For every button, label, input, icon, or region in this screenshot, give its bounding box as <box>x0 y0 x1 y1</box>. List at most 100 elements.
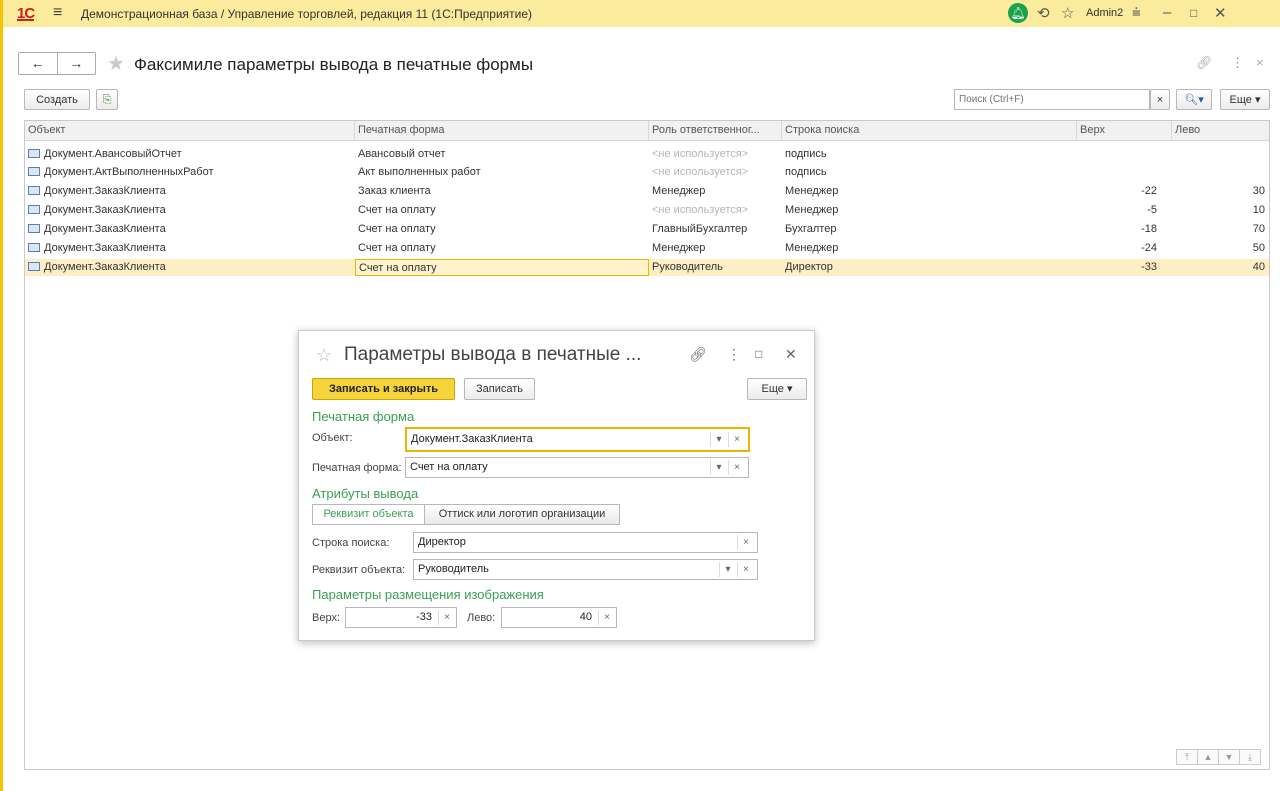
more-button[interactable]: Еще ▾ <box>747 378 807 400</box>
left-label: Лево: <box>467 612 496 624</box>
column-header-object[interactable]: Объект <box>25 121 355 140</box>
table-header: Объект Печатная форма Роль ответственног… <box>25 121 1269 141</box>
more-button[interactable]: Еще ▾ <box>1220 89 1270 110</box>
more-actions-icon[interactable]: ⋮ <box>1231 55 1244 71</box>
forward-arrow-icon[interactable]: → <box>56 53 96 74</box>
cell-print-form: Счет на оплату <box>358 223 436 235</box>
favorite-star-icon[interactable]: ☆ <box>316 345 332 366</box>
scroll-up-icon[interactable]: ▲ <box>1197 749 1219 765</box>
nav-buttons: ← → <box>18 52 96 75</box>
1c-logo[interactable]: 1С <box>17 5 35 22</box>
cell-search-string: Менеджер <box>785 242 839 254</box>
search-string-field[interactable]: Директор × <box>413 532 758 553</box>
favorite-star-icon[interactable]: ★ <box>107 51 125 76</box>
table-row[interactable]: Документ.ЗаказКлиента Счет на оплату <не… <box>25 202 1269 219</box>
top-field[interactable]: -33 × <box>345 607 457 628</box>
tab-stamp-or-logo[interactable]: Оттиск или логотип организации <box>424 504 620 525</box>
copy-icon[interactable]: ⎘ <box>96 89 118 110</box>
cell-role: <не используется> <box>652 148 749 160</box>
table-row[interactable]: Документ.АвансовыйОтчет Авансовый отчет … <box>25 146 1269 163</box>
clear-icon[interactable]: × <box>728 432 745 447</box>
scroll-first-icon[interactable]: ⤒ <box>1176 749 1198 765</box>
object-requisite-value: Руководитель <box>418 563 489 575</box>
search-icon[interactable]: 🔍︎▾ <box>1176 89 1212 110</box>
more-actions-icon[interactable]: ⋮ <box>727 346 741 363</box>
print-form-field[interactable]: Счет на оплату ▾ × <box>405 457 749 478</box>
maximize-icon[interactable]: □ <box>755 347 762 361</box>
column-header-role[interactable]: Роль ответственног... <box>649 121 782 140</box>
link-icon[interactable]: 🔗︎ <box>689 346 707 363</box>
history-icon[interactable]: ⟲ <box>1037 4 1050 22</box>
cell-object: Документ.АктВыполненныхРабот <box>44 166 214 178</box>
scroll-down-icon[interactable]: ▼ <box>1218 749 1240 765</box>
cell-print-form[interactable]: Счет на оплату <box>355 259 649 276</box>
chevron-down-icon[interactable]: ▾ <box>710 432 727 447</box>
minimize-icon[interactable]: – <box>1163 4 1171 21</box>
cell-object: Документ.ЗаказКлиента <box>44 223 166 235</box>
cell-role: Менеджер <box>652 242 706 254</box>
user-name[interactable]: Admin2 <box>1086 7 1123 19</box>
save-and-close-button[interactable]: Записать и закрыть <box>312 378 455 400</box>
clear-icon[interactable]: × <box>737 535 754 550</box>
favorites-star-icon[interactable]: ☆ <box>1061 4 1074 22</box>
document-icon <box>28 223 40 233</box>
group-output-attributes: Атрибуты вывода <box>312 486 419 501</box>
tab-object-requisite[interactable]: Реквизит объекта <box>312 504 425 525</box>
cell-left: 30 <box>1252 185 1265 197</box>
table-row-selected[interactable]: Документ.ЗаказКлиента Счет на оплату Рук… <box>25 259 1269 276</box>
clear-icon[interactable]: × <box>728 460 745 475</box>
output-parameters-dialog: ☆ Параметры вывода в печатные ... 🔗︎ ⋮ □… <box>298 330 815 641</box>
cell-print-form: Заказ клиента <box>358 185 431 197</box>
table-row[interactable]: Документ.ЗаказКлиента Счет на оплату Гла… <box>25 221 1269 238</box>
cell-object: Документ.ЗаказКлиента <box>44 261 166 273</box>
cell-top: -18 <box>1141 223 1157 235</box>
settings-menu-icon[interactable]: ⩧ <box>1132 4 1141 21</box>
chevron-down-icon[interactable]: ▾ <box>710 460 727 475</box>
cell-print-form: Счет на оплату <box>358 242 436 254</box>
close-dialog-icon[interactable]: ✕ <box>785 346 797 363</box>
top-value: -33 <box>416 611 432 623</box>
maximize-icon[interactable]: □ <box>1190 6 1197 20</box>
close-window-icon[interactable]: ✕ <box>1214 4 1227 22</box>
cell-top: -5 <box>1147 204 1157 216</box>
column-header-left[interactable]: Лево <box>1172 121 1269 140</box>
table-row[interactable]: Документ.ЗаказКлиента Заказ клиента Мене… <box>25 183 1269 200</box>
window-title: Демонстрационная база / Управление торго… <box>81 7 533 21</box>
clear-icon[interactable]: × <box>438 610 455 625</box>
cell-left: 10 <box>1252 204 1265 216</box>
column-header-print-form[interactable]: Печатная форма <box>355 121 649 140</box>
clear-icon[interactable]: × <box>598 610 615 625</box>
column-header-search-string[interactable]: Строка поиска <box>782 121 1077 140</box>
left-field[interactable]: 40 × <box>501 607 617 628</box>
object-field[interactable]: Документ.ЗаказКлиента ▾ × <box>405 427 750 452</box>
object-label: Объект: <box>312 432 353 444</box>
print-form-label: Печатная форма: <box>312 462 402 474</box>
search-string-label: Строка поиска: <box>312 537 390 549</box>
object-requisite-field[interactable]: Руководитель ▾ × <box>413 559 758 580</box>
clear-search-icon[interactable]: × <box>1150 89 1170 110</box>
notification-bell-icon[interactable]: 🔔︎ <box>1008 3 1028 23</box>
document-icon <box>28 148 40 158</box>
close-form-icon[interactable]: × <box>1256 55 1264 70</box>
cell-top: -22 <box>1141 185 1157 197</box>
link-icon[interactable]: 🔗︎ <box>1196 55 1213 71</box>
title-bar: 1С ≡ Демонстрационная база / Управление … <box>3 0 1280 27</box>
save-button[interactable]: Записать <box>464 378 535 400</box>
cell-role: Руководитель <box>652 261 723 273</box>
back-arrow-icon[interactable]: ← <box>19 53 57 74</box>
cell-search-string: Менеджер <box>785 204 839 216</box>
chevron-down-icon[interactable]: ▾ <box>719 562 736 577</box>
column-header-top[interactable]: Верх <box>1077 121 1172 140</box>
document-icon <box>28 204 40 214</box>
cell-role: ГлавныйБухгалтер <box>652 223 748 235</box>
hamburger-menu-icon[interactable]: ≡ <box>53 4 62 22</box>
table-row[interactable]: Документ.ЗаказКлиента Счет на оплату Мен… <box>25 240 1269 257</box>
table-row[interactable]: Документ.АктВыполненныхРабот Акт выполне… <box>25 164 1269 181</box>
top-label: Верх: <box>312 612 341 624</box>
scroll-last-icon[interactable]: ⤓ <box>1239 749 1261 765</box>
search-input[interactable] <box>954 89 1150 110</box>
clear-icon[interactable]: × <box>737 562 754 577</box>
group-print-form: Печатная форма <box>312 409 415 424</box>
cell-search-string: подпись <box>785 148 827 160</box>
create-button[interactable]: Создать <box>24 89 90 110</box>
